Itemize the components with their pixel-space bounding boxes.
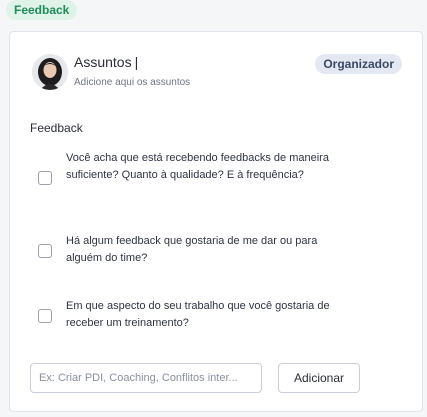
subject-title-text: Assuntos: [74, 54, 132, 70]
text-cursor: |: [134, 54, 139, 70]
subject-title[interactable]: Assuntos |: [74, 54, 138, 70]
question-text: Você acha que está recebendo feedbacks d…: [66, 152, 329, 181]
role-badge: Organizador: [315, 54, 402, 74]
question-checkbox[interactable]: [38, 244, 52, 258]
question-text: Há algum feedback que gostaria de me dar…: [66, 235, 318, 264]
section-label: Feedback: [30, 121, 83, 135]
user-avatar-icon: [32, 54, 68, 90]
meeting-topic-card: Assuntos | Adicione aqui os assuntos Orga…: [9, 31, 423, 412]
subject-hint: Adicione aqui os assuntos: [74, 77, 191, 88]
add-topic-input[interactable]: [30, 363, 262, 393]
avatar: [32, 54, 68, 90]
feedback-category-badge: Feedback: [6, 0, 78, 20]
question-text: Em que aspecto do seu trabalho que você …: [66, 300, 330, 329]
question-checkbox[interactable]: [38, 171, 52, 185]
question-checkbox[interactable]: [38, 309, 52, 323]
add-topic-button[interactable]: Adicionar: [278, 363, 360, 393]
